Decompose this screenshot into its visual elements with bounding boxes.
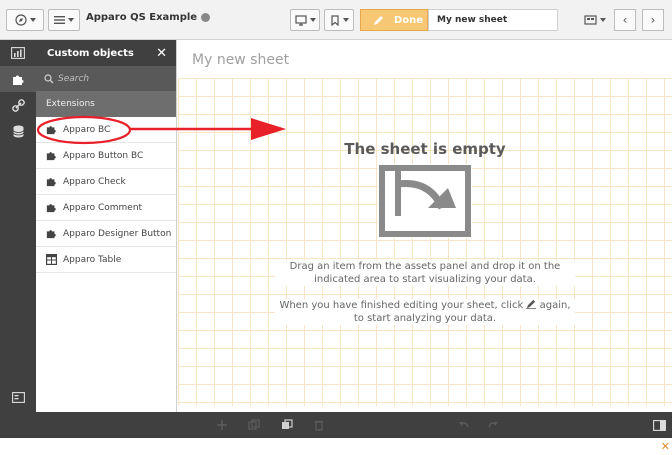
search-input[interactable]: Search (36, 66, 176, 91)
sheets-icon (584, 14, 597, 25)
rail-master-items-button[interactable] (0, 92, 36, 118)
rail-fields-button[interactable] (0, 118, 36, 144)
previous-sheet-button[interactable]: ‹ (614, 9, 636, 31)
done-hint-text: When you have finished editing your shee… (275, 299, 575, 325)
puzzle-icon (46, 126, 56, 135)
link-icon (11, 98, 25, 112)
list-menu-icon (54, 16, 65, 24)
chevron-down-icon (309, 18, 316, 22)
undo-icon[interactable] (457, 418, 471, 432)
table-icon (46, 254, 57, 265)
chevron-down-icon (600, 18, 606, 22)
done-hint-before: When you have finished editing your shee… (279, 300, 524, 311)
panel-title: Custom objects (47, 47, 134, 59)
add-data-button[interactable] (290, 9, 320, 31)
pencil-icon (526, 299, 537, 309)
asset-item-label: Apparo BC (63, 124, 111, 135)
properties-panel-icon[interactable] (652, 418, 666, 432)
extensions-section-header[interactable]: Extensions (36, 91, 176, 117)
bookmark-button[interactable] (324, 9, 354, 31)
chevron-left-icon: ‹ (622, 13, 628, 27)
empty-sheet-title: The sheet is empty (344, 140, 506, 158)
presentation-icon (294, 14, 307, 26)
puzzle-icon (46, 178, 56, 187)
compass-icon (14, 14, 27, 26)
sheet-grid[interactable] (178, 78, 672, 406)
app-title-text: Apparo QS Example (86, 12, 198, 23)
asset-item-apparo-designer-button[interactable]: Apparo Designer Button (36, 221, 176, 247)
chevron-down-icon (68, 18, 74, 22)
global-menu-button[interactable] (48, 9, 80, 31)
custom-objects-panel: Custom objects ✕ Search Extensions Appar… (36, 40, 177, 412)
asset-item-apparo-table[interactable]: Apparo Table (36, 247, 176, 273)
search-placeholder: Search (58, 73, 90, 84)
top-toolbar: Apparo QS Example Done My new sheet ‹ › (0, 0, 672, 40)
app-title[interactable]: Apparo QS Example (86, 12, 211, 23)
panel-toggle-icon (11, 391, 25, 403)
asset-item-label: Apparo Comment (63, 202, 143, 213)
chevron-right-icon: › (650, 13, 656, 27)
asset-item-label: Apparo Button BC (63, 150, 144, 161)
assets-rail (0, 40, 36, 438)
asset-item-label: Apparo Designer Button (63, 228, 172, 239)
database-icon (12, 125, 24, 137)
close-icon[interactable]: ✕ (661, 440, 670, 453)
next-sheet-button[interactable]: › (642, 9, 664, 31)
asset-item-apparo-comment[interactable]: Apparo Comment (36, 195, 176, 221)
asset-item-apparo-check[interactable]: Apparo Check (36, 169, 176, 195)
charts-icon (11, 47, 25, 59)
rail-custom-objects-button[interactable] (0, 66, 36, 92)
chevron-down-icon (342, 18, 349, 22)
copy-icon[interactable] (247, 418, 261, 432)
drop-area-icon (378, 164, 472, 238)
chevron-down-icon (29, 18, 36, 22)
globe-icon (201, 13, 211, 22)
delete-icon[interactable] (312, 418, 326, 432)
asset-item-label: Apparo Check (63, 176, 126, 187)
bottom-strip (0, 438, 672, 455)
puzzle-icon (46, 204, 56, 213)
sheet-name-field[interactable]: My new sheet (428, 9, 558, 31)
panel-header: Custom objects ✕ (36, 40, 176, 66)
redo-icon[interactable] (486, 418, 500, 432)
asset-item-apparo-button-bc[interactable]: Apparo Button BC (36, 143, 176, 169)
rail-collapse-button[interactable] (0, 384, 36, 410)
bottom-toolbar (0, 412, 672, 438)
search-icon (44, 73, 54, 83)
puzzle-icon (12, 75, 23, 85)
drag-hint-text: Drag an item from the assets panel and d… (275, 260, 575, 286)
sheet-title[interactable]: My new sheet (192, 52, 289, 68)
add-object-icon[interactable] (215, 418, 229, 432)
puzzle-icon (46, 230, 56, 239)
asset-item-label: Apparo Table (63, 254, 122, 265)
navigation-menu-button[interactable] (6, 9, 44, 31)
sheet-menu-button[interactable] (580, 9, 610, 31)
sheet-canvas[interactable]: My new sheet The sheet is empty Drag an … (178, 40, 672, 412)
done-label: Done (394, 14, 424, 26)
asset-item-apparo-bc[interactable]: Apparo BC (36, 117, 176, 143)
rail-charts-button[interactable] (0, 40, 36, 66)
puzzle-icon (46, 152, 56, 161)
bookmark-icon (330, 14, 339, 26)
paste-icon[interactable] (280, 418, 294, 432)
close-icon[interactable]: ✕ (156, 46, 167, 61)
pencil-icon (374, 15, 383, 25)
done-editing-button[interactable]: Done (360, 9, 428, 31)
